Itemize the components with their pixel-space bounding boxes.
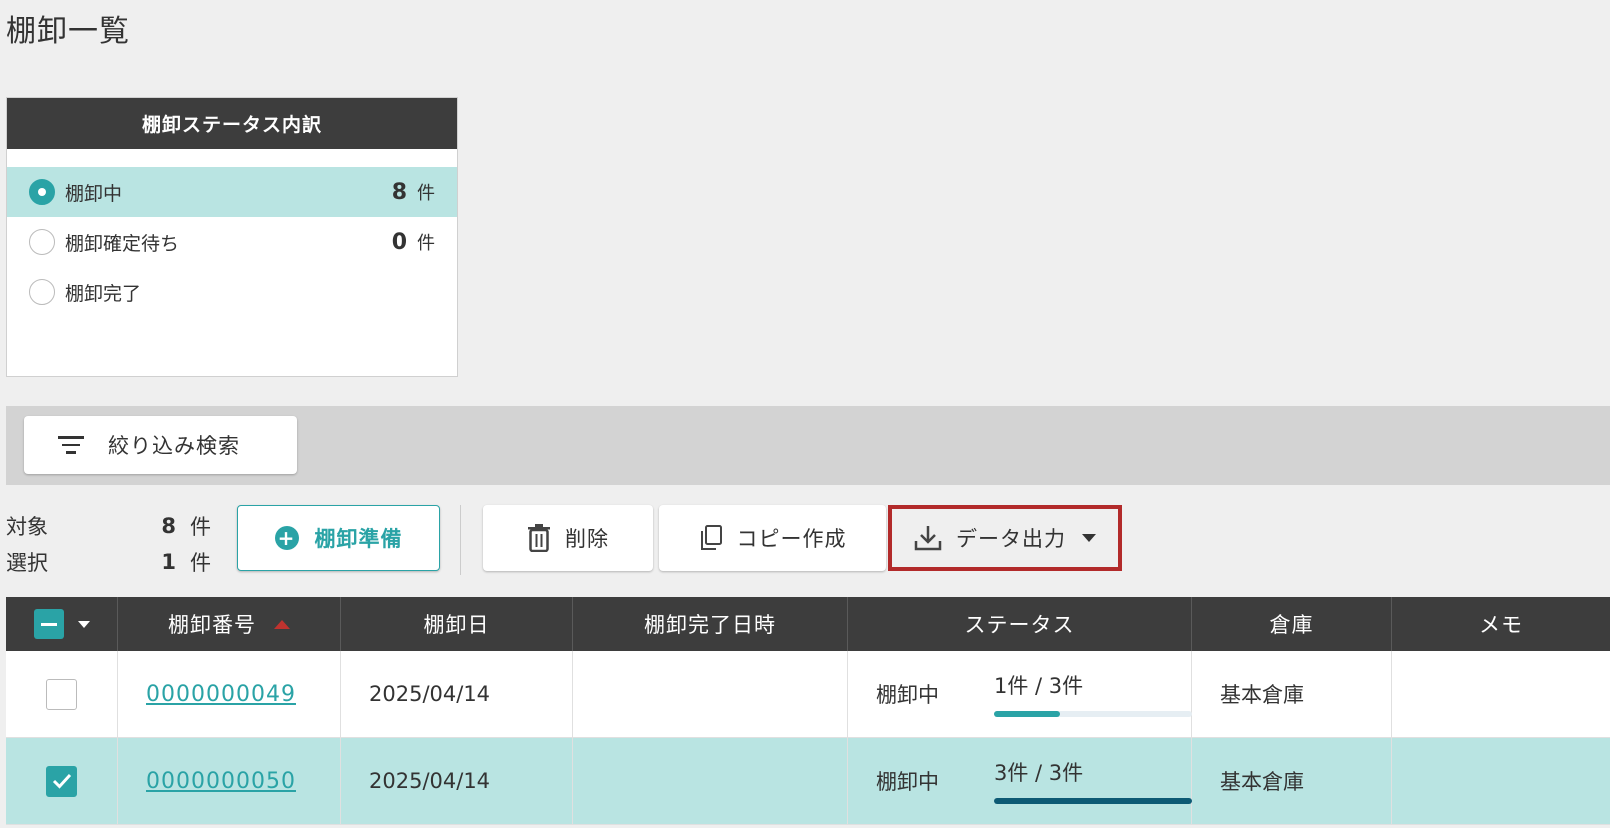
date-cell: 2025/04/14 bbox=[341, 651, 573, 737]
status-panel-title: 棚卸ステータス内訳 bbox=[7, 98, 457, 149]
selected-label: 選択 bbox=[6, 551, 48, 575]
prepare-inventory-button[interactable]: + 棚卸準備 bbox=[237, 505, 440, 571]
table-row[interactable]: 0000000050 2025/04/14 棚卸中 3件 / 3件 基本倉庫 bbox=[6, 738, 1610, 825]
trash-icon bbox=[527, 524, 551, 552]
column-label: ステータス bbox=[964, 613, 1075, 637]
progress-fill bbox=[994, 798, 1192, 804]
selection-summary: 対象 8 件 選択 1 件 bbox=[6, 508, 211, 580]
table-row[interactable]: 0000000049 2025/04/14 棚卸中 1件 / 3件 基本倉庫 bbox=[6, 651, 1610, 738]
copy-create-label: コピー作成 bbox=[736, 527, 847, 551]
filter-bar: 絞り込み検索 bbox=[6, 406, 1610, 485]
progress-text: 1件 / 3件 bbox=[994, 674, 1084, 698]
target-label: 対象 bbox=[6, 515, 48, 539]
plus-circle-icon: + bbox=[274, 526, 299, 550]
status-cell: 棚卸中 3件 / 3件 bbox=[848, 738, 1192, 824]
row-checkbox-cell bbox=[6, 651, 118, 737]
radio-icon[interactable] bbox=[29, 279, 55, 305]
number-cell: 0000000049 bbox=[118, 651, 341, 737]
date-cell: 2025/04/14 bbox=[341, 738, 573, 824]
status-text: 棚卸中 bbox=[876, 683, 939, 707]
target-count: 8 bbox=[161, 514, 176, 538]
progress-bar bbox=[994, 711, 1192, 717]
warehouse-cell: 基本倉庫 bbox=[1192, 651, 1392, 737]
column-header-memo[interactable]: メモ bbox=[1392, 597, 1610, 651]
memo-cell bbox=[1392, 651, 1610, 737]
row-checkbox[interactable] bbox=[46, 678, 77, 710]
inventory-table: 棚卸番号 棚卸日 棚卸完了日時 ステータス 倉庫 メモ 0000000049 2… bbox=[6, 597, 1610, 825]
inventory-number-link[interactable]: 0000000049 bbox=[118, 682, 296, 707]
sort-ascending-icon bbox=[274, 619, 290, 629]
delete-label: 削除 bbox=[565, 527, 609, 551]
column-label: 倉庫 bbox=[1269, 613, 1314, 637]
status-option-completed[interactable]: 棚卸完了 bbox=[7, 267, 457, 317]
column-header-date[interactable]: 棚卸日 bbox=[341, 597, 573, 651]
radio-selected-icon[interactable] bbox=[29, 179, 55, 205]
count-number: 8 bbox=[391, 180, 407, 205]
count-number: 0 bbox=[391, 230, 407, 255]
column-label: 棚卸日 bbox=[423, 613, 490, 637]
selected-count: 1 bbox=[161, 550, 176, 574]
table-header: 棚卸番号 棚卸日 棚卸完了日時 ステータス 倉庫 メモ bbox=[6, 597, 1610, 651]
completed-at-cell bbox=[573, 651, 848, 737]
column-header-number[interactable]: 棚卸番号 bbox=[118, 597, 341, 651]
chevron-down-icon[interactable] bbox=[77, 620, 90, 628]
row-checkbox[interactable] bbox=[46, 765, 77, 797]
status-option-count: 8 件 bbox=[392, 179, 435, 205]
warehouse-cell: 基本倉庫 bbox=[1192, 738, 1392, 824]
select-all-checkbox[interactable] bbox=[33, 609, 64, 639]
checkmark-icon bbox=[52, 773, 71, 789]
column-header-warehouse[interactable]: 倉庫 bbox=[1192, 597, 1392, 651]
number-cell: 0000000050 bbox=[118, 738, 341, 824]
page-title: 棚卸一覧 bbox=[6, 14, 130, 49]
column-label: 棚卸完了日時 bbox=[644, 613, 776, 637]
radio-icon[interactable] bbox=[29, 229, 55, 255]
status-option-awaiting-confirmation[interactable]: 棚卸確定待ち 0 件 bbox=[7, 217, 457, 267]
filter-search-button[interactable]: 絞り込み検索 bbox=[24, 416, 297, 474]
download-icon bbox=[914, 524, 942, 552]
status-cell: 棚卸中 1件 / 3件 bbox=[848, 651, 1192, 737]
chevron-down-icon bbox=[1082, 534, 1096, 542]
select-all-header[interactable] bbox=[6, 597, 118, 651]
progress-bar bbox=[994, 798, 1192, 804]
column-header-status[interactable]: ステータス bbox=[848, 597, 1192, 651]
delete-button[interactable]: 削除 bbox=[483, 505, 653, 571]
row-checkbox-cell bbox=[6, 738, 118, 824]
completed-at-cell bbox=[573, 738, 848, 824]
copy-icon bbox=[699, 525, 723, 551]
progress-text: 3件 / 3件 bbox=[994, 761, 1084, 785]
toolbar-divider bbox=[460, 505, 461, 575]
column-label: メモ bbox=[1479, 613, 1523, 637]
filter-search-label: 絞り込み検索 bbox=[108, 434, 240, 458]
count-unit: 件 bbox=[417, 233, 435, 254]
progress-fill bbox=[994, 711, 1060, 717]
prepare-inventory-label: 棚卸準備 bbox=[314, 527, 403, 551]
status-breakdown-panel: 棚卸ステータス内訳 棚卸中 8 件 棚卸確定待ち 0 件 棚卸完了 bbox=[6, 97, 458, 377]
column-label: 棚卸番号 bbox=[168, 613, 256, 637]
status-option-in-progress[interactable]: 棚卸中 8 件 bbox=[7, 167, 457, 217]
status-option-label: 棚卸確定待ち bbox=[65, 232, 180, 255]
status-text: 棚卸中 bbox=[876, 770, 939, 794]
target-unit: 件 bbox=[190, 515, 211, 539]
inventory-number-link[interactable]: 0000000050 bbox=[118, 769, 296, 794]
status-option-label: 棚卸完了 bbox=[65, 282, 142, 305]
count-unit: 件 bbox=[417, 183, 435, 204]
copy-create-button[interactable]: コピー作成 bbox=[659, 505, 886, 571]
filter-icon bbox=[58, 436, 84, 454]
status-option-count: 0 件 bbox=[392, 229, 435, 255]
data-export-label: データ出力 bbox=[956, 527, 1066, 551]
status-option-label: 棚卸中 bbox=[65, 182, 123, 205]
selected-unit: 件 bbox=[190, 551, 211, 575]
column-header-completed-at[interactable]: 棚卸完了日時 bbox=[573, 597, 848, 651]
memo-cell bbox=[1392, 738, 1610, 824]
data-export-button[interactable]: データ出力 bbox=[888, 505, 1122, 571]
